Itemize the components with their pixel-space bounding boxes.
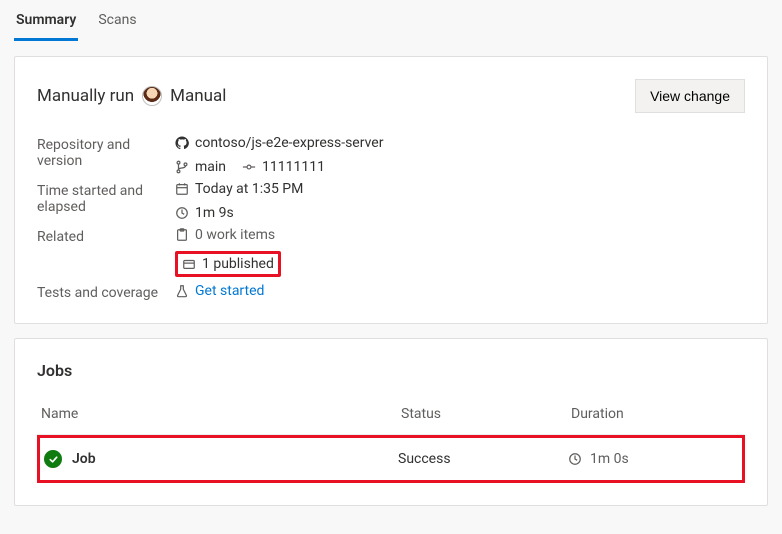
label-tests: Tests and coverage: [37, 283, 167, 301]
job-status: Success: [398, 451, 568, 467]
col-duration: Duration: [571, 406, 741, 422]
jobs-title: Jobs: [37, 361, 745, 380]
col-status: Status: [401, 406, 571, 422]
branch-icon: [175, 160, 189, 174]
run-title: Manually run Manual: [37, 86, 226, 106]
avatar: [142, 86, 162, 106]
label-repo: Repository and version: [37, 135, 167, 169]
repo-name: contoso/js-e2e-express-server: [195, 135, 383, 151]
commit-icon: [242, 160, 256, 174]
clock-icon: [568, 452, 582, 466]
workitems-icon: [175, 228, 189, 242]
github-icon: [175, 136, 189, 150]
commit-id: 11111111: [262, 159, 325, 175]
tab-scans[interactable]: Scans: [96, 0, 138, 41]
run-trigger: Manual: [170, 86, 226, 106]
time-elapsed: 1m 9s: [195, 205, 234, 221]
published-text: 1 published: [202, 256, 274, 272]
work-items: 0 work items: [195, 227, 275, 243]
success-icon: [44, 450, 62, 468]
jobs-card: Jobs Name Status Duration Job Success 1m…: [14, 338, 768, 506]
table-row[interactable]: Job Success 1m 0s: [37, 435, 745, 483]
job-name: Job: [72, 451, 96, 467]
label-time: Time started and elapsed: [37, 181, 167, 215]
details-grid: Repository and version contoso/js-e2e-ex…: [37, 135, 745, 301]
artifact-icon: [182, 257, 196, 271]
job-duration: 1m 0s: [590, 451, 629, 467]
run-label: Manually run: [37, 86, 134, 106]
clock-icon: [175, 206, 189, 220]
tests-get-started-link[interactable]: Get started: [195, 283, 264, 299]
view-change-button[interactable]: View change: [635, 79, 745, 113]
time-started: Today at 1:35 PM: [195, 181, 303, 197]
branch-name: main: [195, 159, 226, 175]
flask-icon: [175, 284, 189, 298]
jobs-header: Name Status Duration: [37, 400, 745, 435]
published-link[interactable]: 1 published: [175, 251, 281, 277]
label-related: Related: [37, 227, 167, 245]
summary-card: Manually run Manual View change Reposito…: [14, 56, 768, 324]
calendar-icon: [175, 182, 189, 196]
tabs: Summary Scans: [0, 0, 782, 42]
tab-summary[interactable]: Summary: [14, 0, 78, 41]
col-name: Name: [41, 406, 401, 422]
